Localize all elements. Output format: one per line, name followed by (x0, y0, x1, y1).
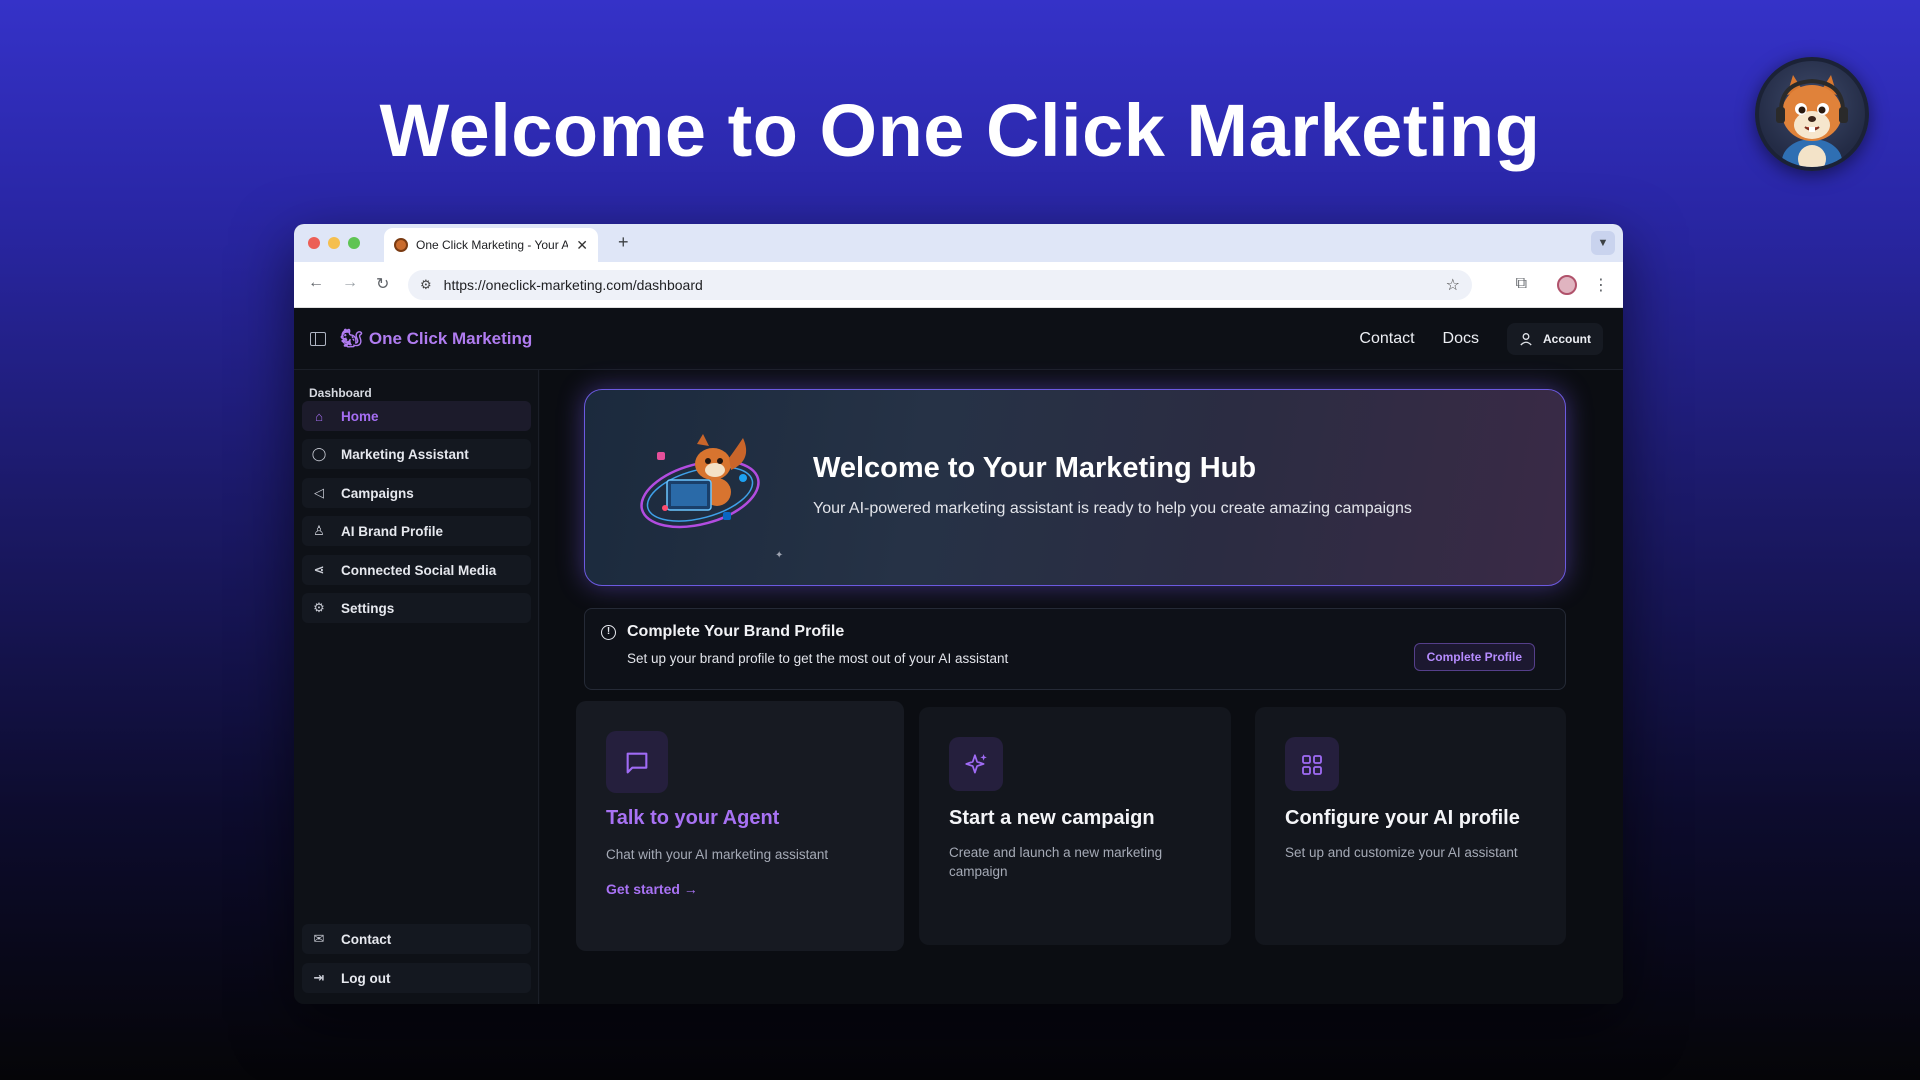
configure-ai-profile-card[interactable]: Configure your AI profile Set up and cus… (1255, 707, 1566, 945)
logout-icon: ⇥ (313, 970, 325, 985)
sidebar-item-label: Campaigns (341, 485, 414, 501)
sidebar-item-settings[interactable]: ⚙ Settings (302, 593, 531, 623)
forward-icon[interactable]: → (342, 274, 358, 292)
share-icon: ⋖ (313, 562, 325, 577)
sidebar-item-label: Log out (341, 970, 391, 986)
banner-subtitle: Your AI-powered marketing assistant is r… (813, 500, 1412, 517)
sidebar-item-marketing-assistant[interactable]: ◯ Marketing Assistant (302, 439, 531, 469)
squirrel-laptop-illustration-icon (640, 434, 760, 529)
sidebar-item-campaigns[interactable]: ◁ Campaigns (302, 478, 531, 508)
card-title: Start a new campaign (949, 807, 1155, 829)
tab-strip: One Click Marketing - Your AI ✕ + ▼ (294, 224, 1623, 262)
user-icon (1520, 333, 1532, 346)
app-root: 🐿 One Click Marketing Contact Docs Accou… (294, 308, 1623, 1004)
grid-icon (1285, 737, 1339, 791)
mail-icon: ✉ (313, 931, 325, 946)
sidebar-item-log-out[interactable]: ⇥ Log out (302, 963, 531, 993)
new-tab-icon[interactable]: + (618, 232, 629, 253)
sidebar-item-label: AI Brand Profile (341, 523, 444, 539)
card-description: Create and launch a new marketing campai… (949, 845, 1163, 879)
browser-menu-icon[interactable]: ⋮ (1593, 275, 1609, 295)
main-content: Welcome to Your Marketing Hub Your AI-po… (540, 370, 1623, 1004)
url-text: https://oneclick-marketing.com/dashboard (443, 277, 703, 293)
sparkle-icon: ✦ (775, 550, 784, 561)
get-started-link[interactable]: Get started → (606, 881, 698, 897)
reload-icon[interactable]: ↻ (376, 274, 389, 294)
card-description: Chat with your AI marketing assistant (606, 847, 829, 862)
account-label: Account (1543, 332, 1591, 346)
bookmark-star-icon[interactable]: ☆ (1446, 275, 1460, 295)
browser-window: One Click Marketing - Your AI ✕ + ▼ ← → … (294, 224, 1623, 1004)
sidebar-item-label: Settings (341, 600, 395, 616)
browser-tab[interactable]: One Click Marketing - Your AI ✕ (384, 228, 598, 262)
address-bar-row: ← → ↻ ⚙ https://oneclick-marketing.com/d… (294, 262, 1623, 308)
start-campaign-card[interactable]: Start a new campaign Create and launch a… (919, 707, 1231, 945)
favicon-icon (394, 238, 408, 252)
sidebar-item-label: Contact (341, 931, 392, 947)
alert-title: Complete Your Brand Profile (627, 623, 845, 640)
site-settings-icon[interactable]: ⚙ (420, 277, 432, 293)
alert-description: Set up your brand profile to get the mos… (627, 651, 1009, 666)
megaphone-icon: ◁ (314, 485, 324, 500)
url-input[interactable]: ⚙ https://oneclick-marketing.com/dashboa… (408, 270, 1472, 300)
sidebar-toggle-icon[interactable] (310, 331, 326, 346)
info-icon: ! (601, 625, 616, 640)
banner-title: Welcome to Your Marketing Hub (813, 452, 1257, 484)
card-title: Configure your AI profile (1285, 807, 1520, 829)
card-title: Talk to your Agent (606, 807, 780, 829)
tab-search-icon[interactable]: ▼ (1591, 231, 1615, 255)
complete-profile-button[interactable]: Complete Profile (1413, 643, 1535, 671)
tab-close-icon[interactable]: ✕ (576, 237, 588, 254)
sidebar: Dashboard ⌂ Home ◯ Marketing Assistant ◁… (294, 370, 539, 1004)
message-square-icon (606, 731, 668, 793)
sidebar-item-contact[interactable]: ✉ Contact (302, 924, 531, 954)
chat-icon: ◯ (311, 446, 327, 461)
squirrel-logo-icon: 🐿 (340, 328, 363, 348)
tab-title: One Click Marketing - Your AI (416, 238, 569, 252)
sidebar-item-ai-brand-profile[interactable]: ♙ AI Brand Profile (302, 516, 531, 546)
mascot-avatar (1755, 57, 1869, 171)
header-contact-link[interactable]: Contact (1359, 330, 1414, 348)
talk-to-agent-card[interactable]: Talk to your Agent Chat with your AI mar… (576, 701, 904, 951)
sidebar-item-home[interactable]: ⌂ Home (302, 401, 531, 431)
back-icon[interactable]: ← (308, 274, 324, 292)
brand-name: One Click Marketing (368, 328, 533, 348)
squirrel-mascot-icon (1776, 75, 1848, 167)
sidebar-item-label: Marketing Assistant (341, 446, 469, 462)
welcome-banner: Welcome to Your Marketing Hub Your AI-po… (584, 389, 1566, 586)
sidebar-item-label: Home (341, 408, 379, 424)
brand-logo[interactable]: 🐿 One Click Marketing (340, 328, 532, 349)
brand-profile-alert: ! Complete Your Brand Profile Set up you… (584, 608, 1566, 690)
account-button[interactable]: Account (1507, 323, 1603, 355)
sparkles-icon (949, 737, 1003, 791)
gear-icon: ⚙ (313, 600, 325, 615)
home-icon: ⌂ (315, 408, 323, 424)
minimize-window-icon[interactable] (328, 237, 340, 249)
profile-avatar[interactable] (1557, 275, 1577, 295)
user-icon: ♙ (313, 523, 325, 538)
close-window-icon[interactable] (308, 237, 320, 249)
sidebar-item-label: Connected Social Media (341, 562, 497, 578)
app-header: 🐿 One Click Marketing Contact Docs Accou… (294, 308, 1623, 370)
sidebar-item-connected-social-media[interactable]: ⋖ Connected Social Media (302, 555, 531, 585)
card-description: Set up and customize your AI assistant (1285, 845, 1518, 860)
extensions-icon[interactable]: ⧉ (1516, 275, 1527, 293)
header-docs-link[interactable]: Docs (1443, 330, 1479, 348)
maximize-window-icon[interactable] (348, 237, 360, 249)
sidebar-section-title: Dashboard (309, 386, 372, 400)
hero-title: Welcome to One Click Marketing (379, 89, 1541, 172)
